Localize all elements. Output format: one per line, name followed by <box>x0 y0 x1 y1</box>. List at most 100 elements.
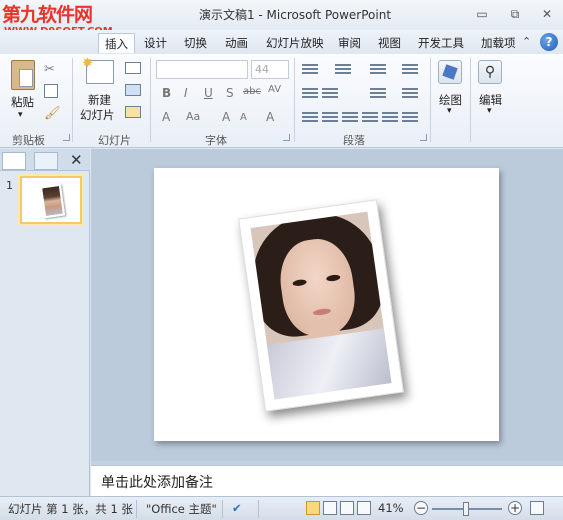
strikethrough-button[interactable]: abc <box>243 86 261 97</box>
restore-button[interactable]: ⧉ <box>503 4 527 24</box>
zoom-out-button[interactable]: − <box>414 501 428 515</box>
align-center-icon[interactable] <box>322 112 338 124</box>
paragraph-launcher-icon[interactable] <box>420 134 427 141</box>
pane-close-icon[interactable]: ✕ <box>70 151 83 169</box>
slide[interactable] <box>154 168 499 441</box>
justify-icon[interactable] <box>362 112 378 124</box>
line-spacing-icon[interactable] <box>370 64 386 76</box>
normal-view-icon[interactable] <box>306 501 320 515</box>
tab-review[interactable]: 审阅 <box>338 33 361 53</box>
ribbon-separator <box>470 58 471 142</box>
shrink-font-button[interactable]: A <box>240 112 247 123</box>
tab-transitions[interactable]: 切换 <box>184 33 207 53</box>
theme-name[interactable]: "Office 主题" <box>146 501 217 517</box>
text-direction-icon[interactable] <box>370 88 386 100</box>
zoom-slider-thumb[interactable] <box>463 502 469 516</box>
spellcheck-icon[interactable]: ✔ <box>232 501 242 515</box>
slides-group-label: 幻灯片 <box>98 134 131 147</box>
layout-icon[interactable] <box>125 62 141 74</box>
paste-dropdown-icon[interactable]: ▾ <box>18 110 23 120</box>
slide-photo <box>250 211 392 400</box>
binoculars-icon[interactable]: ⚲ <box>478 60 502 84</box>
outline-tab-icon[interactable] <box>34 152 58 170</box>
notes-placeholder[interactable]: 单击此处添加备注 <box>101 472 213 492</box>
tab-developer[interactable]: 开发工具 <box>418 33 464 53</box>
paste-icon[interactable] <box>11 60 35 90</box>
increase-indent-icon[interactable] <box>322 88 338 100</box>
section-icon[interactable] <box>125 106 141 118</box>
slide-sorter-icon[interactable] <box>323 501 337 515</box>
reset-icon[interactable] <box>125 84 141 96</box>
ribbon: 粘贴 ▾ ✂ 🖌 剪贴板 ✸ 新建 幻灯片 幻灯片 44 B I U S abc… <box>0 54 563 148</box>
slides-pane: ✕ 1 <box>0 149 90 496</box>
bold-button[interactable]: B <box>162 86 171 100</box>
drawing-dropdown-icon[interactable]: ▾ <box>447 106 452 116</box>
font-launcher-icon[interactable] <box>283 134 290 141</box>
close-button[interactable]: ✕ <box>535 4 559 24</box>
format-painter-icon[interactable]: 🖌 <box>44 106 61 121</box>
new-slide-label-1[interactable]: 新建 <box>88 92 111 108</box>
pane-tabs: ✕ <box>0 149 90 171</box>
clear-format-button[interactable]: A <box>266 110 274 124</box>
cut-icon[interactable]: ✂ <box>44 62 58 77</box>
ribbon-separator <box>430 58 431 142</box>
copy-icon[interactable] <box>44 84 58 98</box>
paste-button[interactable]: 粘贴 <box>11 94 34 110</box>
underline-button[interactable]: U <box>204 86 213 100</box>
slide-count: 幻灯片 第 1 张，共 1 张 <box>8 502 133 516</box>
font-size-input[interactable]: 44 <box>251 60 289 79</box>
clipboard-group-label: 剪贴板 <box>12 134 45 147</box>
watermark-brand: 第九软件网 <box>2 4 93 26</box>
drawing-icon[interactable] <box>438 60 462 84</box>
thumbnail-photo <box>39 183 66 219</box>
ribbon-collapse-icon[interactable]: ⌃ <box>522 35 531 48</box>
font-group-label: 字体 <box>205 134 227 147</box>
align-left-icon[interactable] <box>302 112 318 124</box>
editing-dropdown-icon[interactable]: ▾ <box>487 106 492 116</box>
slide-thumbnail[interactable] <box>20 176 82 224</box>
window-title: 演示文稿1 - Microsoft PowerPoint <box>198 8 392 22</box>
paragraph-group-label: 段落 <box>343 134 365 147</box>
tab-addins[interactable]: 加载项 <box>481 33 516 53</box>
ribbon-separator <box>72 58 73 142</box>
grow-font-button[interactable]: A <box>222 110 230 124</box>
slideshow-view-icon[interactable] <box>357 501 371 515</box>
tab-view[interactable]: 视图 <box>378 33 401 53</box>
slide-thumb-number: 1 <box>6 179 13 192</box>
tab-slideshow[interactable]: 幻灯片放映 <box>266 33 324 53</box>
tab-insert[interactable]: 插入 <box>98 33 135 53</box>
help-icon[interactable]: ? <box>540 33 558 51</box>
align-right-icon[interactable] <box>342 112 358 124</box>
fit-to-window-icon[interactable] <box>530 501 544 515</box>
tab-animations[interactable]: 动画 <box>225 33 248 53</box>
slides-tab-icon[interactable] <box>2 152 26 170</box>
change-case-button[interactable]: Aa <box>186 110 200 123</box>
new-slide-icon[interactable]: ✸ <box>82 56 114 84</box>
new-slide-label-2[interactable]: 幻灯片 <box>80 107 115 123</box>
font-color-button[interactable]: A <box>162 110 170 124</box>
distribute-icon[interactable] <box>382 112 398 124</box>
italic-button[interactable]: I <box>184 86 188 100</box>
shadow-button[interactable]: S <box>226 86 234 100</box>
tab-design[interactable]: 设计 <box>144 33 167 53</box>
zoom-in-button[interactable]: + <box>508 501 522 515</box>
zoom-level[interactable]: 41% <box>378 501 404 515</box>
minimize-button[interactable]: ▭ <box>470 4 494 24</box>
slide-canvas <box>91 149 563 461</box>
reading-view-icon[interactable] <box>340 501 354 515</box>
ribbon-separator <box>150 58 151 142</box>
ribbon-tabs: 插入 设计 切换 动画 幻灯片放映 审阅 视图 开发工具 加载项 <box>0 30 563 54</box>
numbering-icon[interactable] <box>335 64 351 76</box>
status-bar: 幻灯片 第 1 张，共 1 张 "Office 主题" ✔ 41% − + <box>0 496 563 520</box>
columns-icon[interactable] <box>402 64 418 76</box>
notes-pane[interactable]: 单击此处添加备注 <box>91 465 563 496</box>
ribbon-separator <box>294 58 295 142</box>
font-name-input[interactable] <box>156 60 248 79</box>
decrease-indent-icon[interactable] <box>302 88 318 100</box>
photo-frame[interactable] <box>238 199 404 412</box>
bullets-icon[interactable] <box>302 64 318 76</box>
align-text-icon[interactable] <box>402 88 418 100</box>
smartart-icon[interactable] <box>402 112 418 124</box>
char-spacing-icon[interactable]: AV <box>268 84 281 95</box>
clipboard-launcher-icon[interactable] <box>63 134 70 141</box>
